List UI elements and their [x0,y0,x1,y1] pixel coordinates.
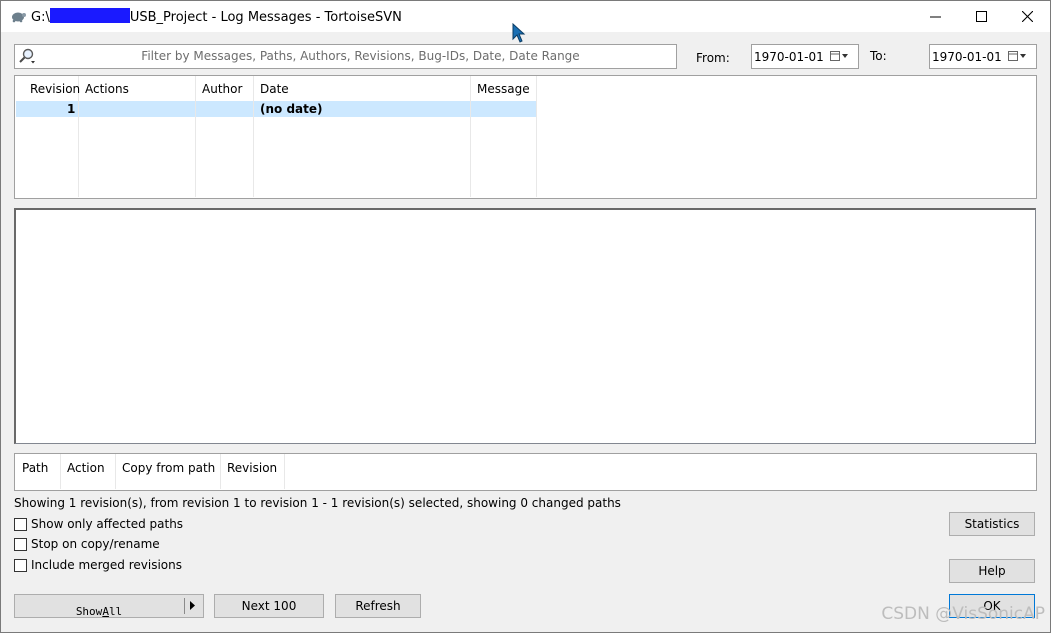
cell-date: (no date) [260,102,323,116]
close-icon [1021,11,1033,22]
tortoise-app-icon [12,12,26,23]
checkbox-label: Include merged revisions [31,558,182,572]
header-date[interactable]: Date [260,82,289,96]
minimize-button[interactable] [912,1,958,32]
header-author[interactable]: Author [202,82,242,96]
show-all-suffix: ll [108,605,123,618]
calendar-dropdown-icon[interactable] [830,50,850,62]
header-action[interactable]: Action [67,461,105,475]
to-date-picker[interactable]: 1970-01-01 [929,44,1037,69]
split-divider [184,598,185,614]
window-title: G:\ USB_Project - Log Messages - Tortoise… [31,8,402,25]
header-path[interactable]: Path [22,461,48,475]
chevron-right-icon[interactable] [190,601,196,610]
show-all-accelerator: A [102,605,109,618]
include-merged-revisions-checkbox[interactable]: Include merged revisions [14,558,182,572]
status-text: Showing 1 revision(s), from revision 1 t… [14,496,621,510]
statistics-label: Statistics [964,517,1020,531]
maximize-button[interactable] [958,1,1004,32]
show-all-prefix: Show [75,605,103,618]
from-date-picker[interactable]: 1970-01-01 [751,44,859,69]
refresh-button[interactable]: Refresh [335,594,421,618]
window-title-prefix: G:\ [31,10,50,25]
to-label: To: [870,49,887,63]
log-messages-window: G:\ USB_Project - Log Messages - Tortoise… [0,0,1051,633]
calendar-dropdown-icon[interactable] [1008,50,1028,62]
checkbox-box[interactable] [14,558,27,572]
filter-input[interactable]: Filter by Messages, Paths, Authors, Revi… [14,44,677,69]
header-copy-from-path[interactable]: Copy from path [122,461,215,475]
to-date-value: 1970-01-01 [932,50,1002,64]
next-100-button[interactable]: Next 100 [214,594,324,618]
close-button[interactable] [1004,1,1050,32]
header-revision[interactable]: Revision [227,461,277,475]
show-all-button[interactable]: Show All [15,595,183,618]
header-revision[interactable]: Revision [30,82,80,96]
header-message[interactable]: Message [477,82,530,96]
maximize-icon [975,11,987,22]
checkbox-label: Show only affected paths [31,517,184,531]
show-affected-paths-checkbox[interactable]: Show only affected paths [14,517,183,531]
from-date-value: 1970-01-01 [754,50,824,64]
refresh-label: Refresh [355,599,401,613]
from-label: From: [696,51,730,65]
redaction-block [49,8,130,23]
checkbox-box[interactable] [14,517,27,531]
changed-paths-list[interactable]: Path Action Copy from path Revision [14,453,1037,491]
filter-placeholder: Filter by Messages, Paths, Authors, Revi… [141,49,580,63]
cell-revision: 1 [67,102,76,116]
next-100-label: Next 100 [241,599,297,613]
mouse-cursor-icon [512,23,526,43]
checkbox-label: Stop on copy/rename [31,537,160,551]
search-icon [19,48,35,64]
show-all-split-button[interactable]: Show All [14,594,204,618]
checkbox-box[interactable] [14,537,27,551]
help-label: Help [978,564,1006,578]
window-title-suffix: USB_Project - Log Messages - TortoiseSVN [129,10,402,25]
log-list[interactable]: Revision Actions Author Date Message 1 (… [14,75,1037,199]
header-actions[interactable]: Actions [85,82,129,96]
minimize-icon [929,16,941,18]
log-message-pane[interactable] [14,208,1036,444]
help-button[interactable]: Help [949,559,1035,583]
watermark-text: CSDN @VisSonicAP [881,604,1045,624]
statistics-button[interactable]: Statistics [949,512,1035,536]
stop-on-copy-checkbox[interactable]: Stop on copy/rename [14,537,160,551]
